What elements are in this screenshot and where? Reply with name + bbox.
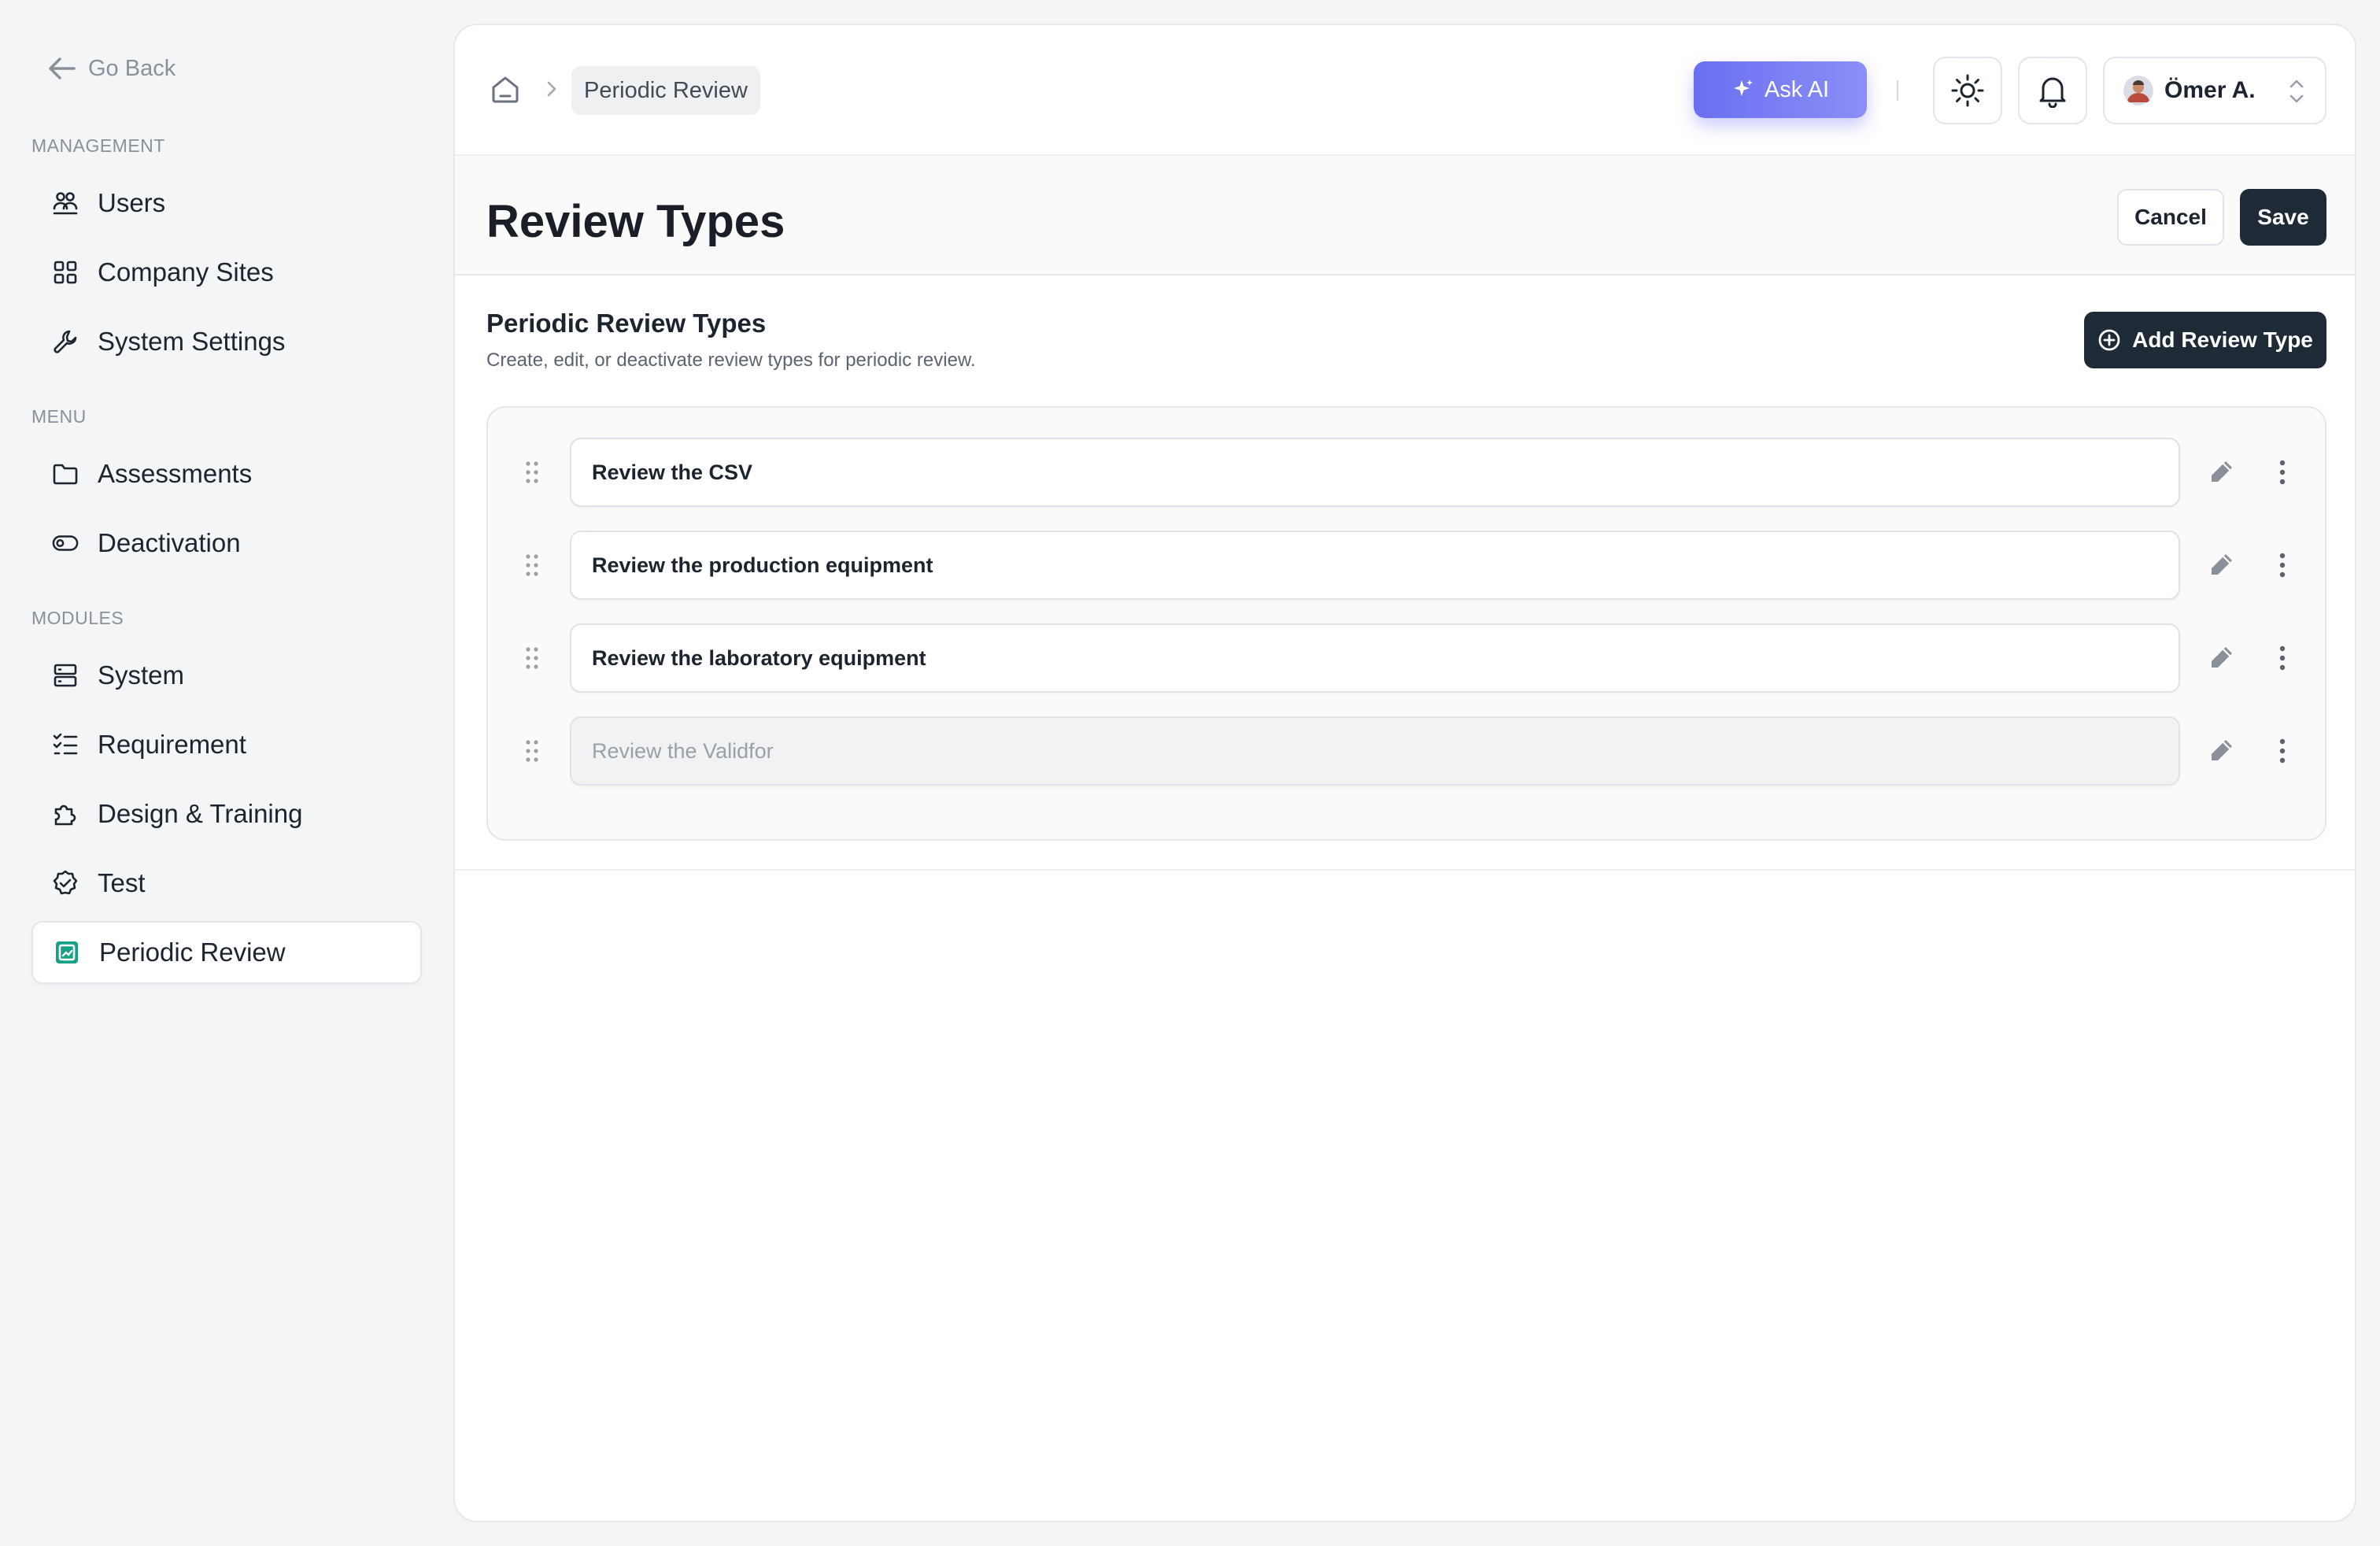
sidebar-item-label: System Settings bbox=[98, 327, 286, 356]
checklist-icon bbox=[52, 731, 79, 758]
sidebar-item-label: Deactivation bbox=[98, 528, 241, 557]
bell-icon bbox=[2037, 73, 2068, 108]
chevron-right-icon bbox=[540, 77, 564, 101]
pencil-icon[interactable] bbox=[2204, 455, 2238, 490]
list-item: Review the production equipment bbox=[488, 531, 2325, 600]
list-item: Review the Validfor bbox=[488, 716, 2325, 786]
pencil-icon[interactable] bbox=[2204, 548, 2238, 583]
more-vertical-icon[interactable] bbox=[2267, 548, 2298, 583]
drag-handle-icon[interactable] bbox=[516, 642, 548, 674]
review-types-list: Review the CSV Review the production equ… bbox=[486, 406, 2326, 841]
more-vertical-icon[interactable] bbox=[2267, 455, 2298, 490]
users-icon bbox=[52, 190, 79, 216]
ask-ai-label: Ask AI bbox=[1764, 76, 1830, 102]
wrench-icon bbox=[52, 328, 79, 355]
user-menu-button[interactable]: Ömer A. bbox=[2103, 57, 2326, 124]
sidebar-item-test[interactable]: Test bbox=[31, 852, 422, 915]
theme-toggle-button[interactable] bbox=[1933, 57, 2002, 124]
avatar bbox=[2123, 76, 2153, 105]
section-title: Periodic Review Types bbox=[486, 309, 767, 338]
section-label-management: MANAGEMENT bbox=[31, 135, 165, 156]
sidebar-item-company-sites[interactable]: Company Sites bbox=[31, 241, 422, 304]
user-name: Ömer A. bbox=[2164, 77, 2256, 103]
divider bbox=[1897, 80, 1898, 101]
sparkle-icon bbox=[1731, 78, 1755, 102]
badge-check-icon bbox=[52, 870, 79, 897]
add-review-type-label: Add Review Type bbox=[2132, 327, 2313, 352]
sidebar-item-label: Company Sites bbox=[98, 257, 274, 287]
grid-icon bbox=[52, 259, 79, 286]
section-label-modules: MODULES bbox=[31, 608, 124, 628]
home-icon bbox=[490, 74, 521, 105]
sidebar-item-assessments[interactable]: Assessments bbox=[31, 442, 422, 505]
chevron-up-down-icon bbox=[2287, 76, 2306, 107]
sidebar-item-label: System bbox=[98, 660, 185, 690]
arrow-left-icon bbox=[46, 54, 77, 83]
more-vertical-icon[interactable] bbox=[2267, 734, 2298, 768]
toggle-icon bbox=[52, 530, 79, 557]
breadcrumb-current[interactable]: Periodic Review bbox=[571, 66, 760, 115]
sidebar-item-users[interactable]: Users bbox=[31, 172, 422, 235]
drag-handle-icon[interactable] bbox=[516, 735, 548, 767]
page-title: Review Types bbox=[486, 196, 785, 247]
sidebar-item-label: Assessments bbox=[98, 459, 253, 488]
go-back-label: Go Back bbox=[88, 55, 176, 81]
section-subtitle: Create, edit, or deactivate review types… bbox=[486, 350, 976, 371]
review-type-field-disabled[interactable]: Review the Validfor bbox=[570, 716, 2180, 786]
cancel-button[interactable]: Cancel bbox=[2117, 189, 2224, 246]
sidebar-item-label: Test bbox=[98, 868, 146, 897]
drag-handle-icon[interactable] bbox=[516, 549, 548, 581]
folder-icon bbox=[52, 460, 79, 487]
pencil-icon[interactable] bbox=[2204, 734, 2238, 768]
add-review-type-button[interactable]: Add Review Type bbox=[2084, 312, 2326, 368]
notifications-button[interactable] bbox=[2018, 57, 2087, 124]
divider bbox=[455, 869, 2355, 871]
periodic-review-icon bbox=[54, 939, 80, 966]
puzzle-icon bbox=[52, 801, 79, 827]
pencil-icon[interactable] bbox=[2204, 641, 2238, 675]
plus-circle-icon bbox=[2097, 328, 2121, 352]
sidebar-item-design-training[interactable]: Design & Training bbox=[31, 782, 422, 845]
sidebar-item-label: Design & Training bbox=[98, 799, 303, 828]
save-button[interactable]: Save bbox=[2240, 189, 2326, 246]
page-header: Review Types Cancel Save bbox=[455, 156, 2355, 276]
breadcrumb-home[interactable] bbox=[486, 71, 524, 109]
review-type-field[interactable]: Review the production equipment bbox=[570, 531, 2180, 600]
ask-ai-button[interactable]: Ask AI bbox=[1694, 61, 1867, 118]
go-back-link[interactable]: Go Back bbox=[46, 50, 176, 87]
sun-icon bbox=[1950, 73, 1985, 108]
drag-handle-icon[interactable] bbox=[516, 457, 548, 488]
sidebar-item-periodic-review[interactable]: Periodic Review bbox=[31, 921, 422, 984]
top-bar: Periodic Review Ask AI Ömer A. bbox=[455, 25, 2355, 156]
sidebar-item-label: Requirement bbox=[98, 730, 246, 759]
review-type-field[interactable]: Review the laboratory equipment bbox=[570, 623, 2180, 693]
sidebar-item-system-settings[interactable]: System Settings bbox=[31, 310, 422, 373]
list-item: Review the laboratory equipment bbox=[488, 623, 2325, 693]
list-item: Review the CSV bbox=[488, 438, 2325, 507]
main-panel: Periodic Review Ask AI Ömer A. Review Ty… bbox=[453, 24, 2356, 1522]
section-label-menu: MENU bbox=[31, 406, 87, 427]
review-type-field[interactable]: Review the CSV bbox=[570, 438, 2180, 507]
sidebar-item-requirement[interactable]: Requirement bbox=[31, 713, 422, 776]
sidebar-item-system[interactable]: System bbox=[31, 644, 422, 707]
more-vertical-icon[interactable] bbox=[2267, 641, 2298, 675]
sidebar-item-deactivation[interactable]: Deactivation bbox=[31, 512, 422, 575]
sidebar-item-label: Users bbox=[98, 188, 166, 217]
sidebar-item-label: Periodic Review bbox=[99, 938, 286, 967]
sidebar: Go Back MANAGEMENT Users Company Sites S… bbox=[0, 0, 449, 1546]
server-icon bbox=[52, 662, 79, 689]
